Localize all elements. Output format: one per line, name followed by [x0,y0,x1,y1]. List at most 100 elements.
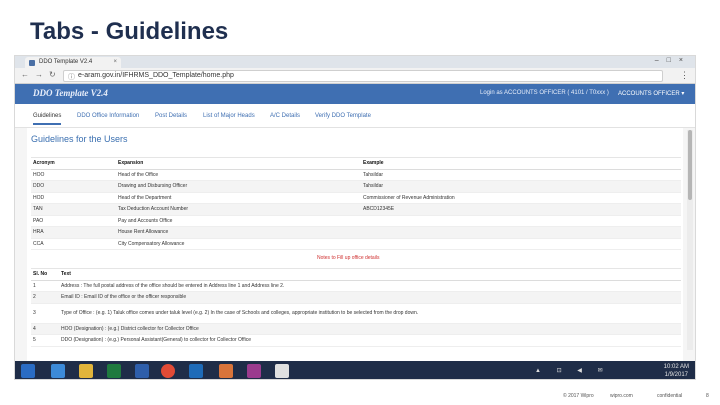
user-menu[interactable]: ACCOUNTS OFFICER ▾ [618,90,684,97]
tab-ddo-office-information[interactable]: DDO Office Information [77,113,139,119]
slno-cell: 1 [31,280,59,292]
login-info: Login as ACCOUNTS OFFICER ( 4101 / T0xxx… [480,90,609,96]
expansion-cell: Head of the Office [116,169,361,181]
column-header: Example [361,157,681,170]
slide: Tabs - Guidelines DDO Template V2.4 × –□… [0,0,720,405]
notes-link[interactable]: Notes to Fill up office details [317,255,379,261]
acronym-cell: CCA [31,238,116,250]
file-explorer-icon[interactable] [79,364,93,378]
windows-start-icon[interactable] [21,364,35,378]
tab-list-of-major-heads[interactable]: List of Major Heads [203,113,255,119]
content-title: Guidelines for the Users [31,134,128,144]
column-header: Text [59,268,681,281]
app-tabs: Guidelines DDO Office Information Post D… [15,104,695,128]
table-header-row: Sl. No Text [31,268,681,281]
url-text: e-aram.gov.in/IFHRMS_DDO_Template/home.p… [78,72,234,79]
table-row: 4 HOO (Designation) : (e.g.) District col… [31,323,681,335]
excel-icon[interactable] [107,364,121,378]
slno-cell: 5 [31,334,59,347]
system-tray[interactable]: ▲ ⊡ ◀ ✉ [535,367,610,374]
chrome-icon[interactable] [161,364,175,378]
example-cell: Tahsildar [361,169,681,181]
reload-icon[interactable]: ↻ [49,70,56,79]
expansion-cell: City Compensatory Allowance [116,238,361,250]
onenote-icon[interactable] [247,364,261,378]
table-row: PAO Pay and Accounts Office [31,215,681,227]
forward-icon[interactable]: → [35,70,43,79]
expansion-cell: Tax Deduction Account Number [116,203,361,216]
app-name: DDO Template V2.4 [33,88,108,98]
scrollbar-thumb[interactable] [688,130,692,200]
browser-menu-icon[interactable]: ⋮ [680,70,689,81]
text-cell: Email ID : Email ID of the office or the… [59,291,681,304]
notepad-icon[interactable] [275,364,289,378]
address-bar: ← → ↻ ⓘ e-aram.gov.in/IFHRMS_DDO_Templat… [15,68,695,84]
table-row: 3 Type of Office : (e.g. 1) Taluk office … [31,303,681,324]
tab-guidelines[interactable]: Guidelines [33,113,62,125]
table-row: TAN Tax Deduction Account Number ABCD12345… [31,203,681,216]
browser-tab-title: DDO Template V2.4 [39,59,93,65]
acronym-cell: HOO [31,169,116,181]
slno-cell: 4 [31,323,59,335]
column-header: Acronym [31,157,116,170]
table-row: CCA City Compensatory Allowance [31,238,681,250]
slno-cell: 3 [31,303,59,324]
window-controls[interactable]: –□× [655,57,691,64]
footer-page-number: 8 [706,393,709,399]
acronym-cell: DDO [31,180,116,193]
text-cell: DDO (Designation) : (e.g.) Personal Assi… [59,334,681,347]
table-row: 2 Email ID : Email ID of the office or th… [31,291,681,304]
back-icon[interactable]: ← [21,70,29,79]
text-cell: Address : The full postal address of the… [59,280,681,292]
table-row: 5 DDO (Designation) : (e.g.) Personal Ass… [31,334,681,347]
browser-tab[interactable]: DDO Template V2.4 × [25,57,121,68]
browser-tab-bar: DDO Template V2.4 × –□× [15,56,695,68]
table-header-row: Acronym Expansion Example [31,157,681,170]
guidelines-panel: Guidelines for the Users Acronym Expansi… [27,128,683,379]
acronym-cell: TAN [31,203,116,216]
footer-copyright: © 2017 Wipro [563,393,594,399]
example-cell [361,215,681,227]
acronym-cell: HOD [31,192,116,204]
acronym-table: Acronym Expansion Example HOO Head of the… [31,157,681,250]
url-input[interactable]: ⓘ e-aram.gov.in/IFHRMS_DDO_Template/home… [63,70,663,82]
text-cell: Type of Office : (e.g. 1) Taluk office c… [59,303,681,324]
table-row: HOO Head of the Office Tahsildar [31,169,681,181]
expansion-cell: Pay and Accounts Office [116,215,361,227]
table-row: HOD Head of the Department Commissioner of… [31,192,681,204]
clock-date: 1/9/2017 [664,372,688,378]
table-row: HRA House Rent Allowance [31,226,681,239]
favicon-icon [29,60,35,66]
table-row: DDO Drawing and Disbursing Officer Tahsild… [31,180,681,193]
outlook-icon[interactable] [189,364,203,378]
footer-site: wipro.com [610,393,633,399]
table-row: 1 Address : The full postal address of th… [31,280,681,292]
internet-explorer-icon[interactable] [51,364,65,378]
example-cell: Tahsildar [361,180,681,193]
info-icon[interactable]: ⓘ [68,72,75,82]
tab-post-details[interactable]: Post Details [155,113,187,119]
acronym-cell: PAO [31,215,116,227]
footer-confidential: confidential [657,393,683,399]
word-icon[interactable] [135,364,149,378]
text-cell: HOO (Designation) : (e.g.) District coll… [59,323,681,335]
tab-ac-details[interactable]: A/C Details [270,113,300,119]
example-cell [361,238,681,250]
slno-cell: 2 [31,291,59,304]
column-header: Expansion [116,157,361,170]
taskbar: ▲ ⊡ ◀ ✉ 10:02 AM 1/9/2017 [15,361,695,379]
paint-icon[interactable] [219,364,233,378]
column-header: Sl. No [31,268,59,281]
example-cell: ABCD12345E [361,203,681,216]
close-tab-icon[interactable]: × [113,59,117,65]
tab-verify-ddo-template[interactable]: Verify DDO Template [315,113,371,119]
acronym-cell: HRA [31,226,116,239]
notes-table: Sl. No Text 1 Address : The full postal a… [31,268,681,347]
scrollbar[interactable] [687,130,693,350]
example-cell: Commissioner of Revenue Administration [361,192,681,204]
slide-title: Tabs - Guidelines [30,18,229,45]
expansion-cell: Head of the Department [116,192,361,204]
example-cell [361,226,681,239]
clock[interactable]: 10:02 AM 1/9/2017 [664,363,689,379]
expansion-cell: Drawing and Disbursing Officer [116,180,361,193]
